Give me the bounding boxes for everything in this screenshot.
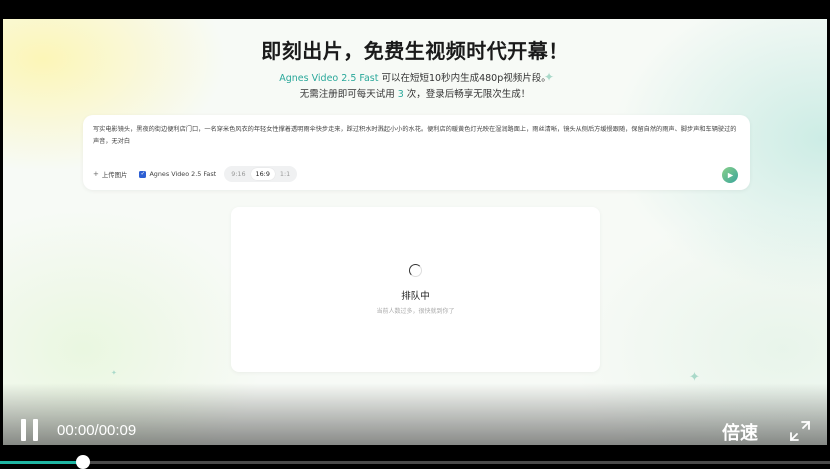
video-frame[interactable]: 即刻出片，免费生视频时代开幕！ Agnes Video 2.5 Fast 可以在… [3,19,827,445]
pause-icon[interactable] [20,419,40,441]
sparkle-icon: ✦ [544,70,555,84]
upload-image-label: 上传图片 [101,170,128,179]
ratio-option-1-1[interactable]: 1:1 [275,168,295,180]
playback-speed-button[interactable]: 倍速 [722,419,758,445]
plus-icon: + [93,170,99,178]
aspect-ratio-selector: 9:16 16:9 1:1 [224,166,298,182]
subline-trial-after: 次，登录后畅享无限次生成！ [403,89,531,100]
progress-track[interactable] [0,461,830,464]
generate-button[interactable] [722,167,738,183]
queue-status-title: 排队中 [401,291,430,302]
upload-image-button[interactable]: + 上传图片 [93,170,127,179]
model-toggle[interactable]: ✓ Agnes Video 2.5 Fast [139,170,216,178]
page-headline: 即刻出片，免费生视频时代开幕！ [261,39,569,63]
player-controls: 00:00/00:09 倍速 [0,383,830,445]
subline-model-rest: 可以在短短10秒内生成480p视频片段。 [378,73,551,84]
ratio-option-16-9[interactable]: 16:9 [250,168,275,180]
prompt-card: 写实电影镜头，黑夜的街边便利店门口，一名穿米色风衣的年轻女性撑着透明雨伞快步走来… [83,115,750,190]
subline-model: Agnes Video 2.5 Fast 可以在短短10秒内生成480p视频片段… [3,70,827,84]
checkbox-checked-icon[interactable]: ✓ [139,170,147,178]
generate-icon [727,172,733,178]
queue-status-card: 排队中 当前人数过多，很快就到你了 [231,207,600,372]
loading-spinner-icon [409,264,422,277]
queue-status-subtitle: 当前人数过多，很快就到你了 [376,308,455,315]
model-toggle-label: Agnes Video 2.5 Fast [149,170,217,178]
progress-fill [0,461,83,464]
fullscreen-icon[interactable] [789,420,811,442]
subline-trial-before: 无需注册即可每天试用 [299,89,398,100]
sparkle-icon: ✦ [111,369,117,377]
ratio-option-9-16[interactable]: 9:16 [226,168,250,180]
timecode: 00:00/00:09 [57,422,137,439]
video-player[interactable]: 即刻出片，免费生视频时代开幕！ Agnes Video 2.5 Fast 可以在… [0,0,830,469]
prompt-toolbar: + 上传图片 ✓ Agnes Video 2.5 Fast 9:16 16:9 … [93,166,298,182]
model-name-highlight: Agnes Video 2.5 Fast [279,73,379,84]
prompt-input[interactable]: 写实电影镜头，黑夜的街边便利店门口，一名穿米色风衣的年轻女性撑着透明雨伞快步走来… [93,124,738,148]
top-letterbox [0,0,830,19]
subline-trial: 无需注册即可每天试用 3 次，登录后畅享无限次生成！ [3,86,827,100]
progress-handle[interactable] [76,455,90,469]
